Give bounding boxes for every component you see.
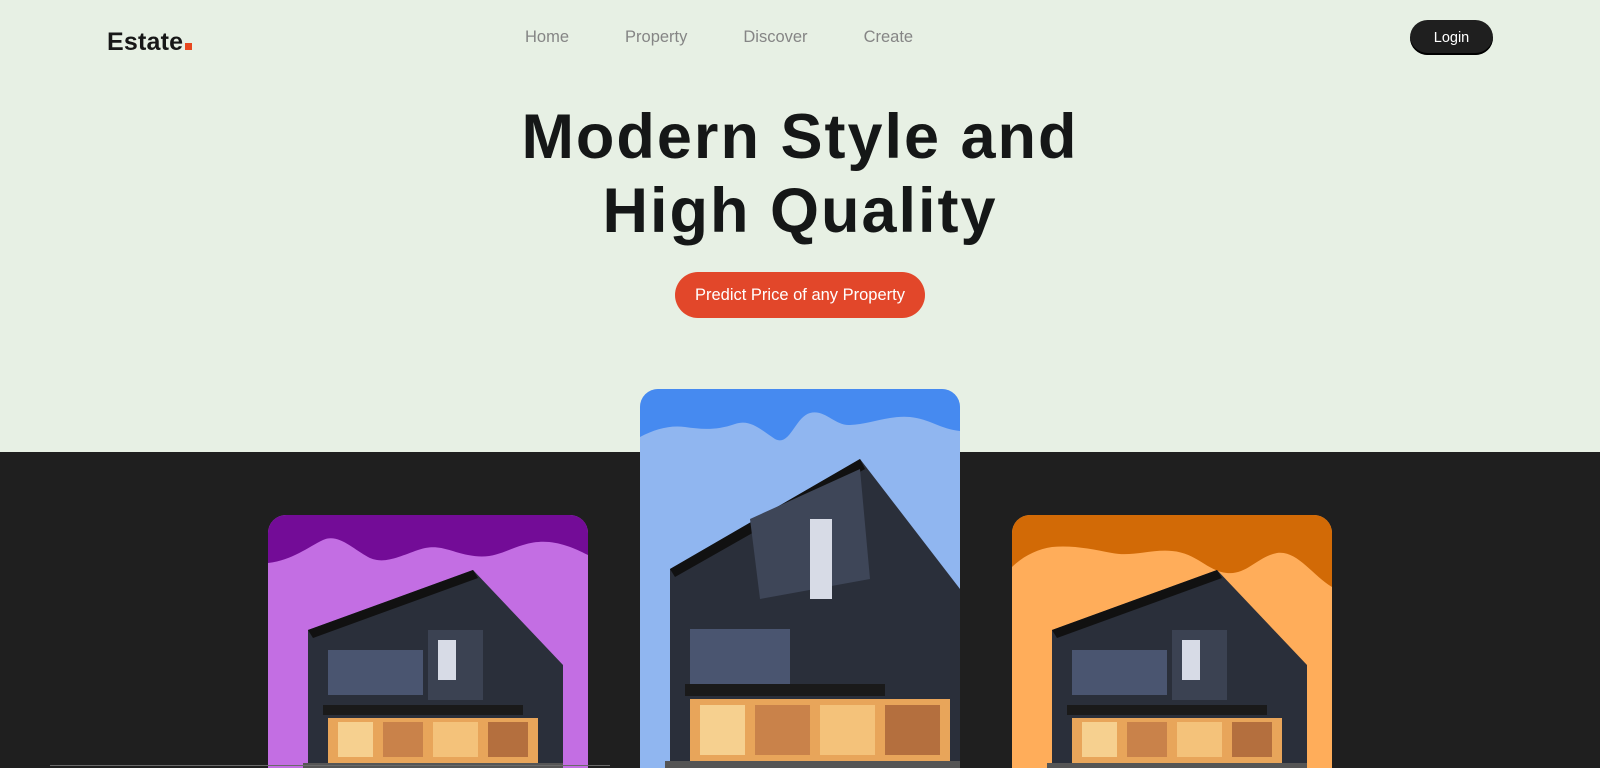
top-navigation: Estate Home Property Discover Create Log…	[0, 0, 1600, 80]
nav-link-home[interactable]: Home	[525, 28, 569, 47]
logo-dot	[185, 43, 193, 50]
login-button[interactable]: Login	[1410, 20, 1493, 55]
house-image	[268, 515, 588, 768]
scroll-indicator	[50, 765, 610, 766]
orange-house-card[interactable]	[1012, 515, 1332, 768]
blue-house-card[interactable]	[640, 389, 960, 768]
nav-links: Home Property Discover Create	[525, 28, 969, 47]
purple-house-card[interactable]	[268, 515, 588, 768]
nav-link-property[interactable]: Property	[625, 28, 687, 47]
hero-title-line-2: High Quality	[602, 176, 998, 246]
nav-link-create[interactable]: Create	[864, 28, 914, 47]
nav-link-discover[interactable]: Discover	[743, 28, 807, 47]
logo-text: Estate	[107, 28, 184, 56]
site-logo[interactable]: Estate	[107, 28, 193, 57]
hero-title-line-1: Modern Style and	[521, 102, 1079, 172]
house-image	[640, 389, 960, 768]
hero-title: Modern Style and High Quality	[0, 100, 1600, 248]
house-image	[1012, 515, 1332, 768]
predict-price-button[interactable]: Predict Price of any Property	[675, 272, 925, 318]
